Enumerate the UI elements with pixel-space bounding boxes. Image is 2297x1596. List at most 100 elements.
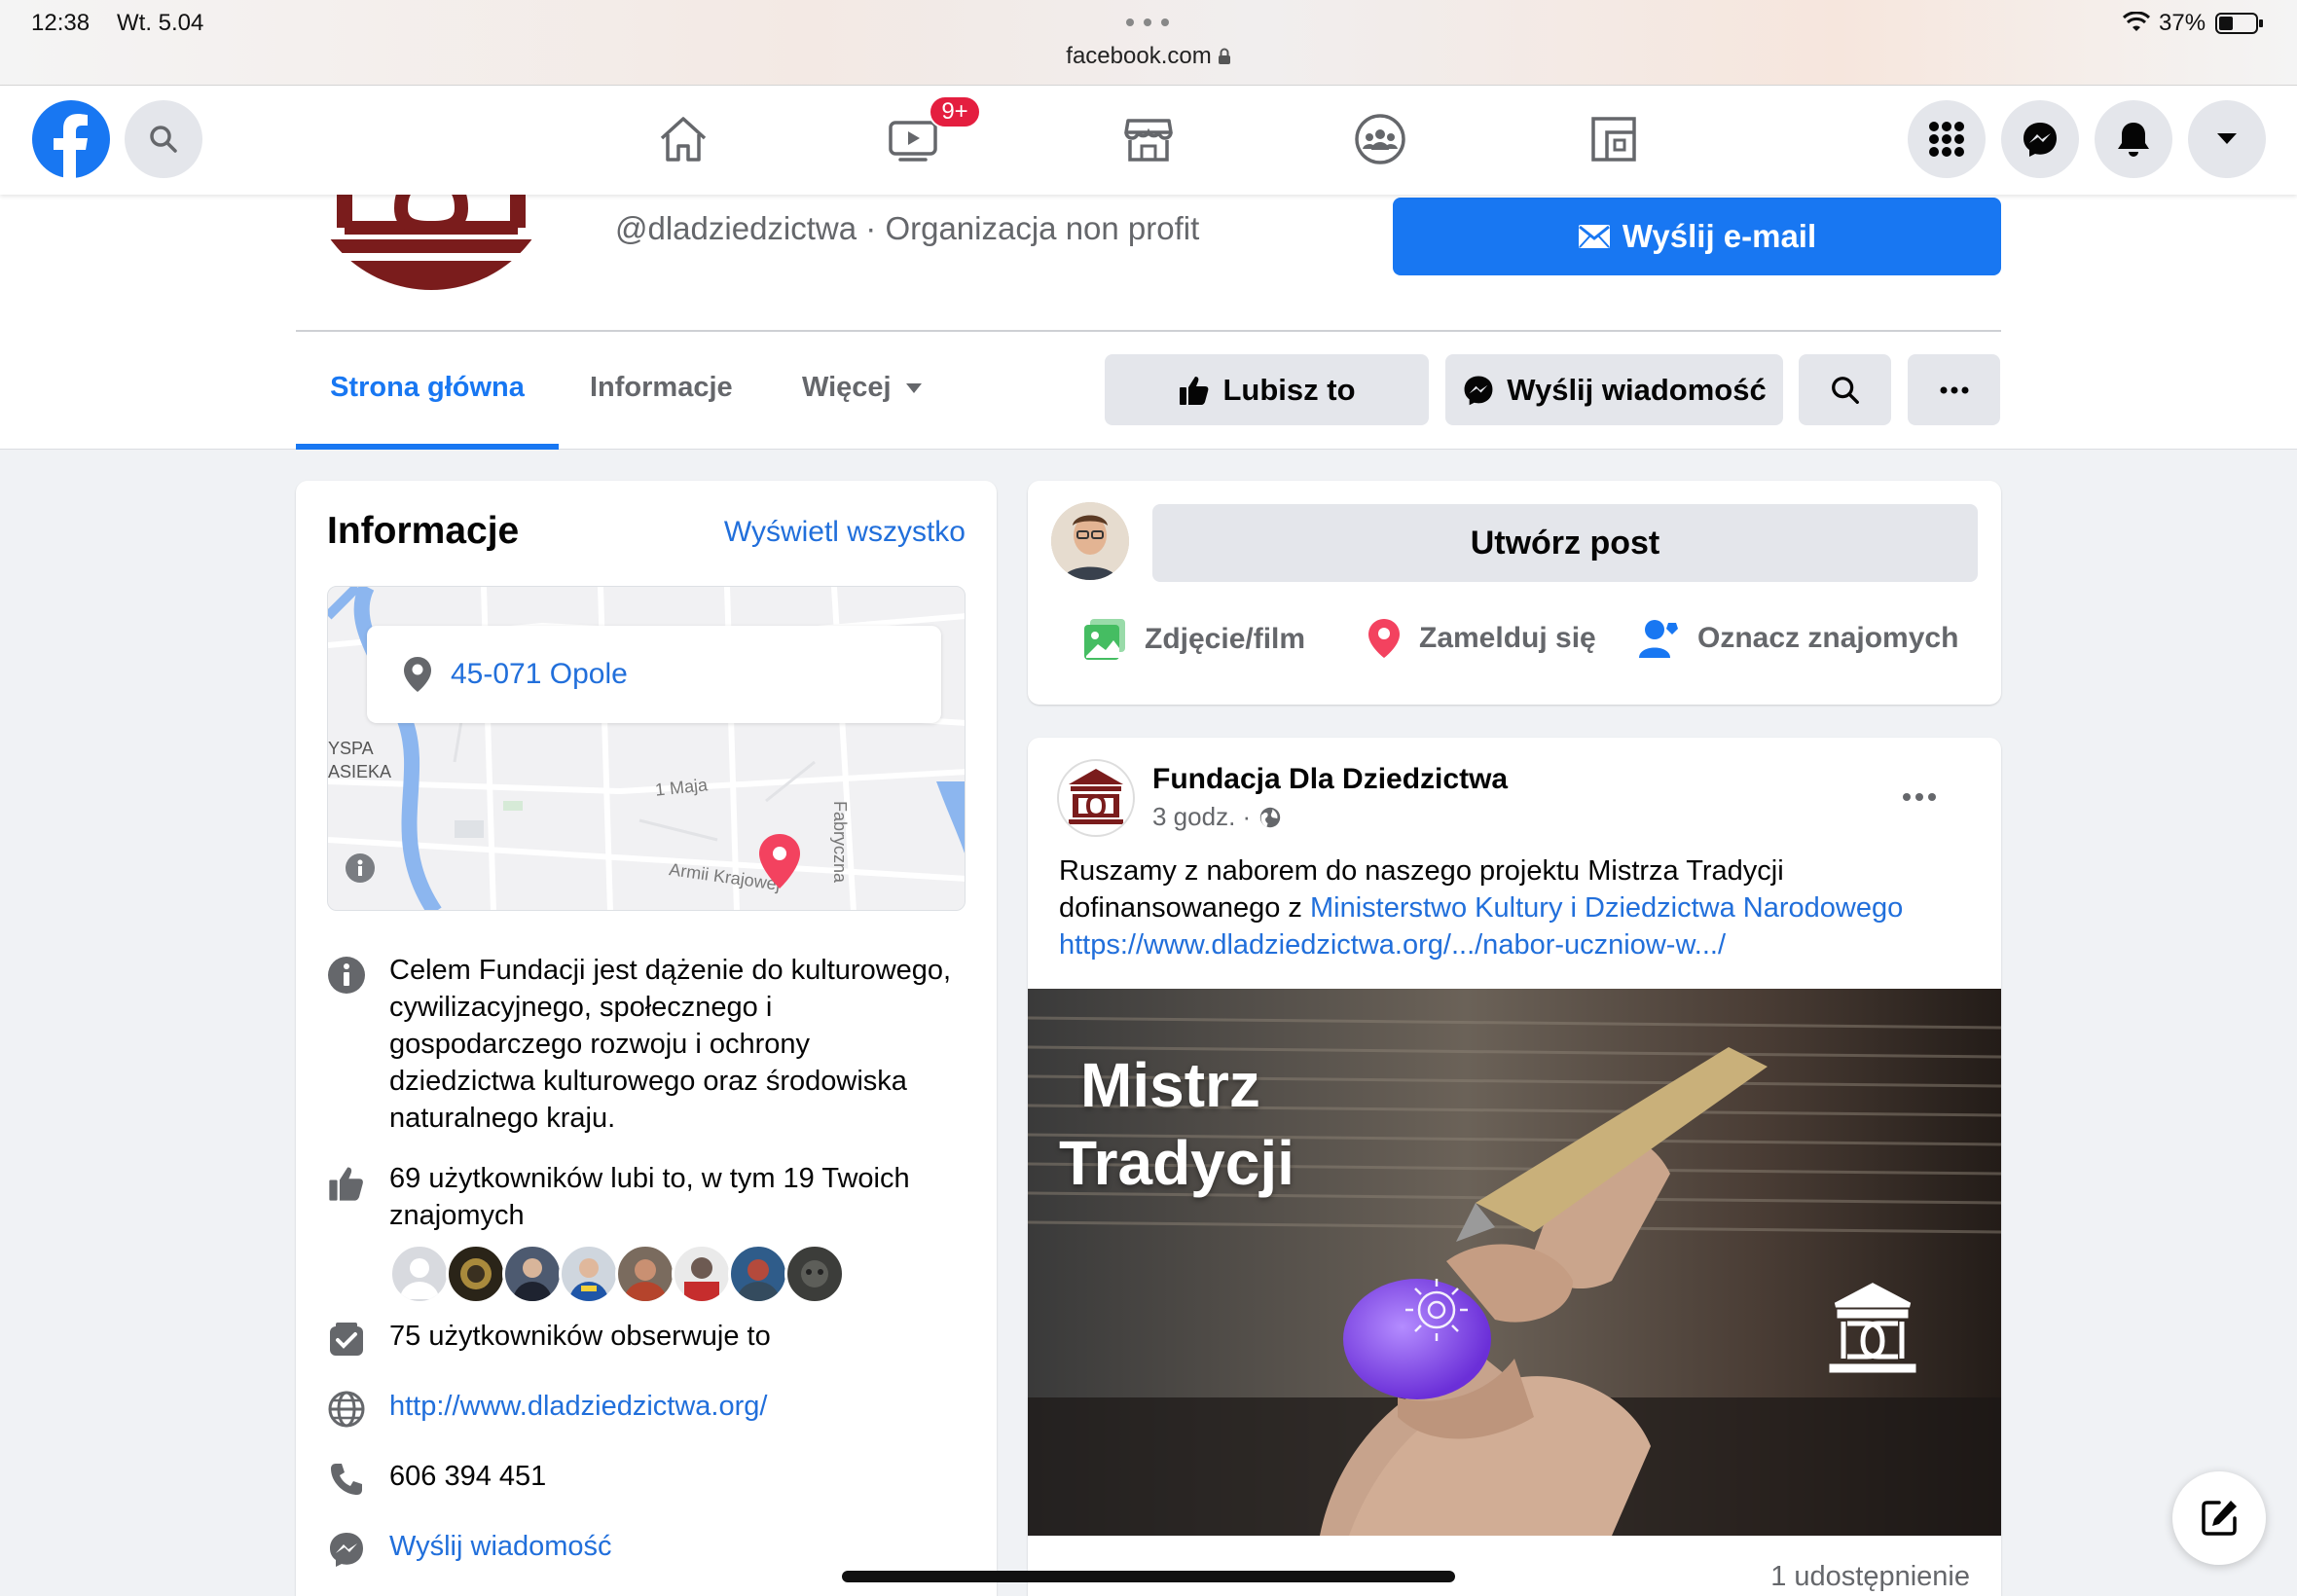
send-message-label: Wyślij wiadomość bbox=[1507, 372, 1767, 407]
wifi-icon bbox=[2122, 12, 2151, 35]
map-location-box[interactable]: 45-071 Opole bbox=[367, 626, 941, 723]
messenger-button[interactable] bbox=[2001, 100, 2079, 178]
post-time[interactable]: 3 godz. · bbox=[1152, 802, 1251, 832]
nav-marketplace[interactable] bbox=[1100, 100, 1197, 178]
post-text-line-1: Ruszamy z naborem do naszego projektu Mi… bbox=[1059, 855, 1784, 887]
post-text-prefix: dofinansowanego z bbox=[1059, 892, 1302, 924]
multitask-dots-icon[interactable] bbox=[1125, 18, 1170, 27]
map-label-asieka: ASIEKA bbox=[328, 762, 392, 781]
new-message-button[interactable] bbox=[2172, 1471, 2266, 1565]
groups-icon bbox=[1354, 113, 1406, 165]
post-options-button[interactable] bbox=[1902, 792, 1937, 802]
about-card-title: Informacje bbox=[327, 510, 520, 552]
like-page-button[interactable]: Lubisz to bbox=[1105, 354, 1429, 425]
lock-icon bbox=[1218, 48, 1231, 65]
followers-count-text: 75 użytkowników obserwuje to bbox=[389, 1321, 771, 1352]
page-handle-category: @dladziedzictwa · Organizacja non profit bbox=[615, 210, 1200, 246]
home-indicator[interactable] bbox=[842, 1571, 1455, 1582]
location-pin-icon bbox=[402, 655, 433, 694]
post-text-line-2: dofinansowanego z Ministerstwo Kultury i… bbox=[1059, 889, 1974, 926]
search-icon bbox=[1829, 374, 1862, 407]
post-meta: 3 godz. · bbox=[1152, 802, 1282, 832]
chevron-down-icon bbox=[2215, 131, 2239, 147]
phone-number[interactable]: 606 394 451 bbox=[389, 1458, 546, 1495]
send-email-button[interactable]: Wyślij e-mail bbox=[1393, 198, 2001, 275]
location-pin-icon bbox=[1367, 617, 1402, 660]
bell-icon bbox=[2115, 120, 2152, 159]
nav-groups[interactable] bbox=[1331, 100, 1429, 178]
tab-more[interactable]: Więcej bbox=[802, 372, 923, 404]
send-message-link[interactable]: Wyślij wiadomość bbox=[389, 1528, 612, 1565]
tab-more-label: Więcej bbox=[802, 372, 892, 403]
post-url-link[interactable]: https://www.dladziedzictwa.org/.../nabor… bbox=[1059, 926, 1974, 963]
messenger-icon bbox=[2021, 120, 2060, 159]
map-pin-icon bbox=[756, 832, 803, 890]
more-options-button[interactable] bbox=[1908, 354, 2000, 425]
tab-about-label: Informacje bbox=[590, 372, 733, 403]
see-all-link[interactable]: Wyświetl wszystko bbox=[724, 516, 966, 549]
post-author-name[interactable]: Fundacja Dla Dziedzictwa bbox=[1152, 763, 1508, 796]
messenger-icon bbox=[1462, 374, 1495, 407]
about-description: Celem Fundacji jest dążenie do kulturowe… bbox=[389, 955, 952, 1134]
avatar[interactable] bbox=[728, 1244, 788, 1304]
more-dots-icon bbox=[1940, 386, 1969, 394]
notifications-button[interactable] bbox=[2095, 100, 2172, 178]
globe-icon bbox=[325, 1388, 368, 1431]
caret-down-icon bbox=[905, 382, 923, 394]
avatar[interactable] bbox=[672, 1244, 732, 1304]
account-button[interactable] bbox=[2188, 100, 2266, 178]
home-icon bbox=[657, 115, 710, 163]
thumbs-up-icon bbox=[325, 1162, 368, 1205]
tab-home[interactable]: Strona główna bbox=[296, 372, 559, 450]
post-text: Ruszamy z naborem do naszego projektu Mi… bbox=[1059, 852, 1974, 963]
clock: 12:38 bbox=[31, 10, 91, 36]
share-count[interactable]: 1 udostępnienie bbox=[1770, 1561, 1970, 1593]
url-text: facebook.com bbox=[1066, 43, 1212, 69]
avatar[interactable] bbox=[559, 1244, 619, 1304]
header-divider bbox=[296, 330, 2001, 332]
info-icon bbox=[325, 954, 368, 997]
post-image[interactable]: Mistrz Tradycji bbox=[1028, 989, 2001, 1536]
image-title-line-2: Tradycji bbox=[1059, 1128, 1294, 1198]
location-map[interactable]: YSPA ASIEKA 1 Maja Fabryczna Armii Krajo… bbox=[327, 586, 966, 911]
check-in-action[interactable]: Zamelduj się bbox=[1367, 617, 1596, 660]
pages-icon bbox=[1589, 115, 1638, 163]
post-author-avatar[interactable] bbox=[1057, 759, 1135, 837]
photo-video-action[interactable]: Zdjęcie/film bbox=[1082, 617, 1305, 662]
user-avatar[interactable] bbox=[1051, 502, 1129, 580]
image-title-line-1: Mistrz bbox=[1080, 1050, 1260, 1120]
battery-percent: 37% bbox=[2159, 10, 2206, 36]
search-button[interactable] bbox=[125, 100, 202, 178]
send-message-button[interactable]: Wyślij wiadomość bbox=[1445, 354, 1783, 425]
map-label-yspa: YSPA bbox=[328, 739, 374, 758]
avatar[interactable] bbox=[615, 1244, 675, 1304]
tab-about[interactable]: Informacje bbox=[590, 372, 733, 404]
tag-friends-label: Oznacz znajomych bbox=[1697, 622, 1959, 654]
map-label-fabryczna: Fabryczna bbox=[830, 801, 850, 884]
messenger-icon bbox=[325, 1528, 368, 1571]
shop-icon bbox=[1122, 115, 1175, 163]
page-search-button[interactable] bbox=[1799, 354, 1891, 425]
create-post-button[interactable]: Utwórz post bbox=[1152, 504, 1978, 582]
avatar[interactable] bbox=[389, 1244, 450, 1304]
avatar[interactable] bbox=[784, 1244, 845, 1304]
address-bar[interactable]: facebook.com bbox=[1061, 41, 1236, 72]
facebook-logo-icon[interactable] bbox=[31, 99, 111, 179]
battery-icon bbox=[2215, 12, 2264, 35]
nav-gaming[interactable] bbox=[1565, 100, 1662, 178]
facebook-top-bar: 9+ bbox=[0, 86, 2297, 195]
friend-avatars[interactable] bbox=[389, 1244, 857, 1308]
tag-friends-action[interactable]: Oznacz znajomych bbox=[1637, 617, 1958, 660]
tab-home-label: Strona główna bbox=[330, 372, 525, 403]
menu-button[interactable] bbox=[1908, 100, 1986, 178]
ministry-link[interactable]: Ministerstwo Kultury i Dziedzictwa Narod… bbox=[1310, 892, 1903, 924]
avatar[interactable] bbox=[446, 1244, 506, 1304]
more-dots-icon bbox=[1902, 792, 1937, 802]
nav-home[interactable] bbox=[635, 100, 732, 178]
follow-check-icon bbox=[325, 1318, 368, 1360]
website-link[interactable]: http://www.dladziedzictwa.org/ bbox=[389, 1388, 767, 1425]
create-post-card: Utwórz post Zdjęcie/film Zamelduj się Oz… bbox=[1028, 481, 2001, 705]
map-location-text: 45-071 Opole bbox=[451, 658, 628, 690]
map-info-icon[interactable] bbox=[346, 853, 375, 883]
avatar[interactable] bbox=[502, 1244, 563, 1304]
